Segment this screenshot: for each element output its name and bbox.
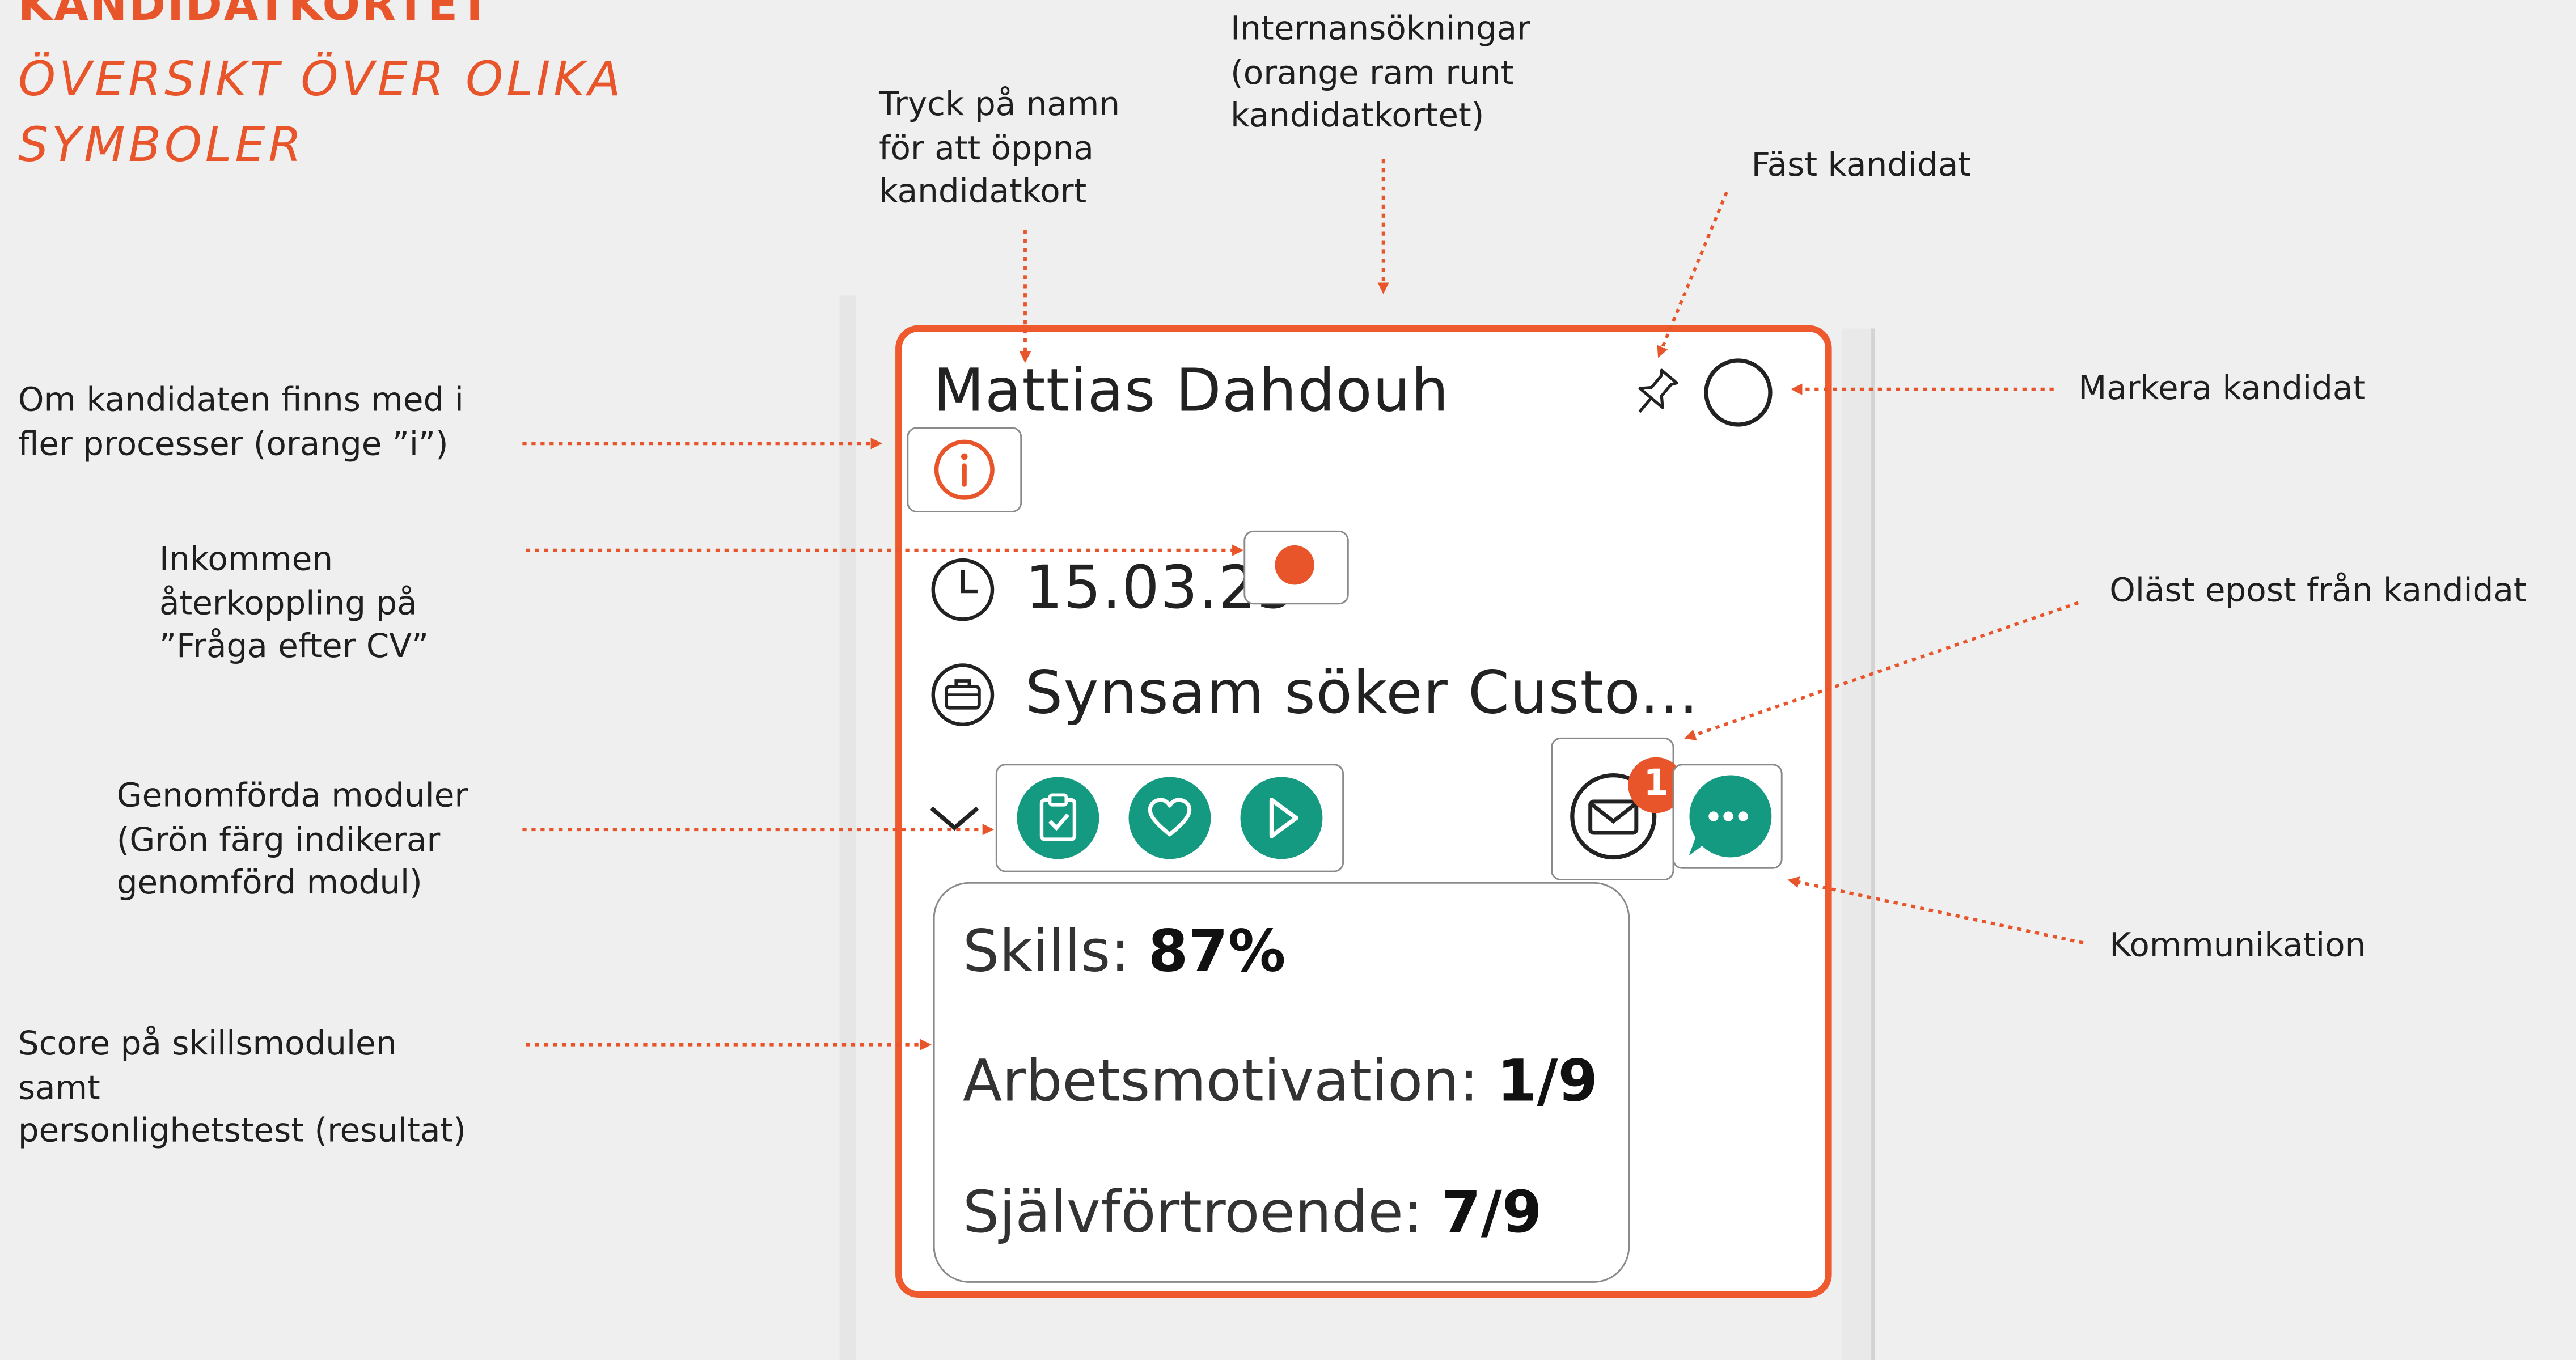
arrow-communication [1787, 876, 2084, 944]
stage: KANDIDATKORTET ÖVERSIKT ÖVER OLIKA SYMBO… [0, 0, 2576, 1360]
arrow-unread-email [1684, 601, 2079, 740]
arrow-pinned [1657, 191, 1728, 358]
annotation-arrows [522, 159, 2084, 1050]
